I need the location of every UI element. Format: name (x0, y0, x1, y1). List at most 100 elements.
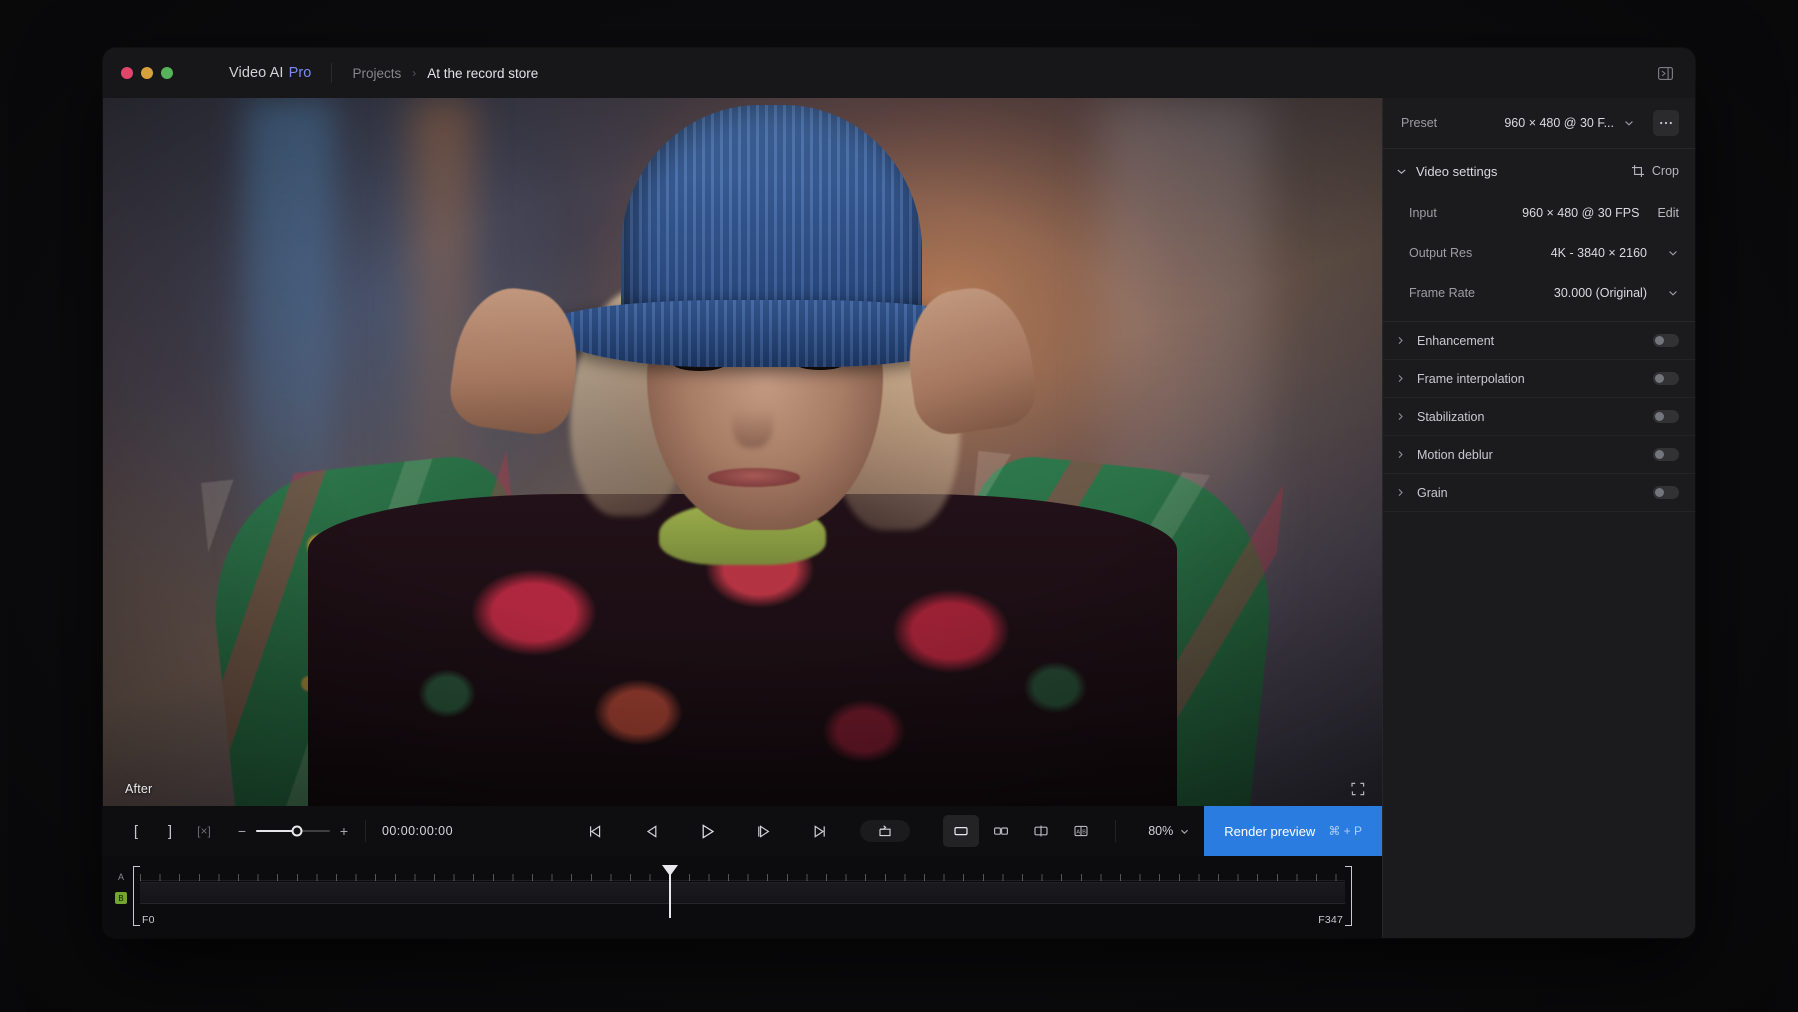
breadcrumb-separator: › (412, 66, 417, 80)
panel-right-toggle-icon[interactable] (1651, 59, 1679, 87)
output-res-row[interactable]: Output Res 4K - 3840 × 2160 (1383, 233, 1695, 273)
render-preview-button[interactable]: Render preview ⌘ + P (1204, 806, 1382, 856)
module-label: Motion deblur (1417, 447, 1493, 462)
timeline-range-start-handle[interactable] (133, 866, 140, 926)
output-res-label: Output Res (1409, 246, 1473, 260)
mark-in-label: [ (133, 822, 139, 840)
timeline-ruler[interactable] (140, 868, 1345, 881)
preview-zoom-value: 80% (1148, 824, 1174, 838)
preview-zoom-dropdown[interactable]: 80% (1148, 824, 1190, 838)
module-toggle[interactable] (1653, 448, 1679, 461)
breadcrumb: Projects › At the record store (352, 66, 538, 81)
frame-rate-label: Frame Rate (1409, 286, 1475, 300)
module-grain[interactable]: Grain (1383, 474, 1695, 512)
frame-rate-row[interactable]: Frame Rate 30.000 (Original) (1383, 273, 1695, 313)
single-view-button[interactable] (943, 815, 980, 847)
side-by-side-view-button[interactable] (983, 815, 1019, 847)
timeline-track-labels: A B (113, 872, 129, 904)
chevron-right-icon[interactable] (1395, 373, 1406, 384)
module-label: Enhancement (1417, 333, 1495, 348)
mark-out-label: ] (167, 822, 173, 840)
timeline-clip-strip[interactable] (140, 882, 1345, 904)
timeline[interactable]: A B F0 F347 (103, 856, 1382, 938)
timeline-zoom-slider[interactable]: − + (237, 823, 349, 839)
crop-button[interactable]: Crop (1631, 164, 1679, 178)
input-edit-button[interactable]: Edit (1657, 206, 1679, 220)
module-toggle[interactable] (1653, 486, 1679, 499)
zoom-slider-track[interactable] (256, 825, 330, 837)
app-title-main: Video AI (229, 65, 284, 81)
module-motion-deblur[interactable]: Motion deblur (1383, 436, 1695, 474)
input-field-row: Input 960 × 480 @ 30 FPS Edit (1383, 193, 1695, 233)
skip-to-end-button[interactable] (802, 815, 836, 847)
timeline-frame-end: F347 (1318, 914, 1343, 926)
module-frame-interpolation[interactable]: Frame interpolation (1383, 360, 1695, 398)
chevron-down-icon (1625, 121, 1633, 126)
app-body: After [ ] [×] − + 00:00:00:00 A B 80% Re… (103, 98, 1695, 938)
preset-more-button[interactable] (1653, 110, 1679, 136)
clear-marks-button[interactable]: [×] (187, 815, 221, 847)
chevron-right-icon[interactable] (1395, 411, 1406, 422)
timeline-playhead[interactable] (669, 866, 671, 918)
chevron-down-icon[interactable] (1667, 287, 1679, 299)
module-enhancement[interactable]: Enhancement (1383, 322, 1695, 360)
chevron-down-icon[interactable] (1395, 165, 1408, 178)
fullscreen-expand-icon[interactable] (1350, 781, 1366, 797)
window-controls (121, 67, 173, 79)
svg-text:B: B (1083, 829, 1087, 835)
step-back-button[interactable] (634, 815, 668, 847)
playback-controls (578, 815, 836, 847)
module-label: Stabilization (1417, 409, 1485, 424)
zoom-in-icon[interactable]: + (339, 823, 349, 839)
mark-out-button[interactable]: ] (153, 815, 187, 847)
track-b-label[interactable]: B (115, 892, 127, 904)
chevron-right-icon[interactable] (1395, 335, 1406, 346)
close-window-button[interactable] (121, 67, 133, 79)
step-forward-button[interactable] (746, 815, 780, 847)
zoom-slider-knob[interactable] (291, 825, 303, 837)
chevron-right-icon[interactable] (1395, 449, 1406, 460)
timeline-frame-start: F0 (142, 914, 155, 926)
render-preview-label: Render preview (1224, 823, 1316, 839)
ellipsis-icon (1660, 121, 1672, 125)
video-preview-stage[interactable]: After (103, 98, 1382, 806)
chevron-right-icon[interactable] (1395, 487, 1406, 498)
render-preview-shortcut: ⌘ + P (1328, 824, 1362, 838)
video-frame-image (103, 98, 1382, 806)
module-stabilization[interactable]: Stabilization (1383, 398, 1695, 436)
timeline-frame[interactable]: F0 F347 (133, 866, 1352, 926)
zoom-out-icon[interactable]: − (237, 823, 247, 839)
ab-compare-view-button[interactable]: A B (1063, 815, 1099, 847)
module-toggle[interactable] (1653, 372, 1679, 385)
crop-label: Crop (1651, 164, 1679, 178)
track-a-label[interactable]: A (118, 872, 124, 882)
preview-state-label: After (125, 782, 153, 796)
split-view-button[interactable] (1023, 815, 1059, 847)
viewer-column: After [ ] [×] − + 00:00:00:00 A B 80% Re… (103, 98, 1382, 938)
input-value: 960 × 480 @ 30 FPS (1522, 206, 1640, 220)
app-root: Video AI Pro Projects › At the record st… (0, 0, 1798, 1012)
module-toggle[interactable] (1653, 410, 1679, 423)
preset-dropdown[interactable]: 960 × 480 @ 30 F... (1504, 116, 1635, 130)
crop-icon (1631, 165, 1644, 177)
input-label: Input (1409, 206, 1437, 220)
app-title: Video AI Pro (229, 65, 311, 81)
play-button[interactable] (690, 815, 724, 847)
module-toggle[interactable] (1653, 334, 1679, 347)
mark-in-button[interactable]: [ (119, 815, 153, 847)
inspector-panel: Preset 960 × 480 @ 30 F... Video setting… (1382, 98, 1695, 938)
breadcrumb-projects[interactable]: Projects (352, 66, 401, 81)
maximize-window-button[interactable] (161, 67, 173, 79)
skip-to-start-button[interactable] (578, 815, 612, 847)
preset-value: 960 × 480 @ 30 F... (1504, 116, 1614, 130)
chevron-down-icon[interactable] (1667, 247, 1679, 259)
video-settings-header[interactable]: Video settings Crop (1383, 149, 1695, 193)
output-res-value: 4K - 3840 × 2160 (1550, 246, 1647, 260)
transport-divider-1 (365, 820, 366, 842)
transport-bar: [ ] [×] − + 00:00:00:00 A B 80% Render p… (103, 806, 1382, 856)
timeline-range-end-handle[interactable] (1345, 866, 1352, 926)
inspector-filler (1383, 512, 1695, 938)
timecode-display: 00:00:00:00 (382, 824, 453, 838)
minimize-window-button[interactable] (141, 67, 153, 79)
loop-toggle-button[interactable] (860, 820, 910, 842)
